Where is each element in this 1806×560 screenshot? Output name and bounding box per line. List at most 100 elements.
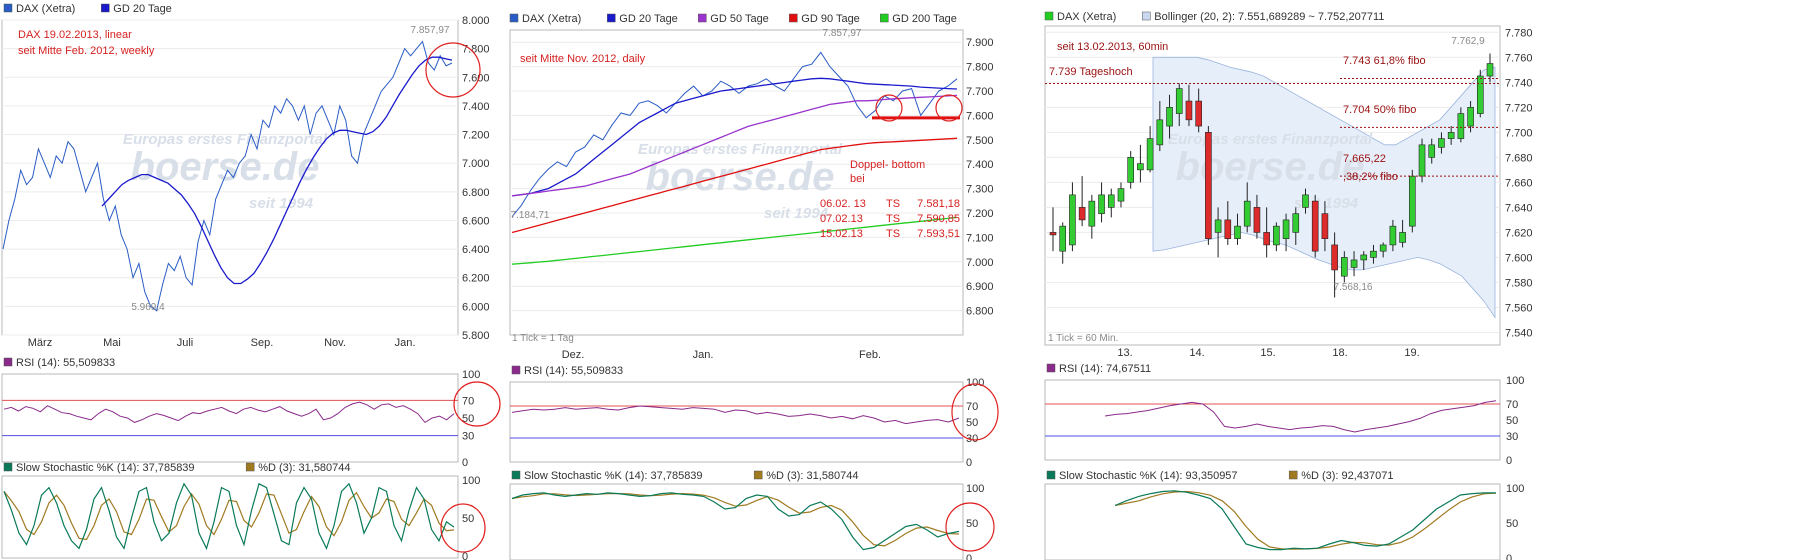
y-tick-label: 7.620 [1505,227,1533,239]
legend-label: Bollinger (20, 2): 7.551,689289 ~ 7.752,… [1154,11,1384,23]
x-tick-label: Dez. [562,349,585,361]
candle-body [1399,232,1406,243]
x-tick-label: 14. [1189,347,1204,359]
plot-frame [1,373,459,463]
legend-swatch [245,462,255,472]
y-tick-label: 6.900 [966,281,994,293]
y-tick-label: 7.900 [966,37,994,49]
candle-body [1428,144,1436,158]
legend-label: DAX (Xetra) [1057,11,1116,23]
candle-body [1350,259,1358,268]
legend-swatch [698,13,707,23]
y-tick-label: 7.800 [966,62,994,74]
y-tick-label: 50 [462,513,474,525]
y-tick-label: 6.200 [462,273,490,285]
candle-body [1457,113,1465,139]
legend-swatch [509,13,519,23]
legend-label: GD 20 Tage [113,3,172,15]
candle-body [1409,175,1416,227]
ts-date: 07.02.13 [820,213,863,225]
candle-body [1467,107,1474,127]
x-tick-label: 18. [1332,347,1347,359]
legend-swatch [1142,11,1151,21]
legend-swatch [3,3,13,13]
rsi-line [3,401,455,424]
low-annotation: 5.969,4 [131,302,165,313]
ts-value: 7.590,85 [917,213,960,225]
y-tick-label: 7.700 [1505,127,1533,139]
plot-frame [509,381,964,463]
y-tick-label: 7.800 [462,44,490,56]
stoch-d-line [511,492,960,547]
ts-tag: TS [886,213,900,225]
legend-label: %D (3): 92,437071 [1301,470,1393,482]
doppel-bottom-label: bei [850,173,865,185]
candle-body [1088,200,1096,227]
ts-tag: TS [886,198,900,210]
y-tick-label: 50 [966,518,978,530]
y-tick-label: 7.400 [462,101,490,113]
y-tick-label: 7.740 [1505,77,1533,89]
stoch-k-line [3,482,455,551]
ts-date: 15.02.13 [820,228,863,240]
legend-label: DAX (Xetra) [522,13,581,25]
candle-body [1117,188,1125,202]
rsi-line [1104,400,1497,433]
candle-body [1292,213,1300,233]
legend-label: GD 200 Tage [892,13,957,25]
legend-swatch [3,357,13,367]
footnote: 1 Tick = 60 Min. [1048,333,1118,344]
candle-body [1486,63,1494,77]
stoch-k-line [511,492,960,551]
y-tick-label: 70 [966,401,978,413]
doppel-bottom-label: Doppel- bottom [850,159,925,171]
y-tick-label: 5.800 [462,330,490,342]
x-tick-label: 13. [1117,347,1132,359]
fibo-label: ,38,2% fibo [1343,171,1398,183]
legend-swatch [880,13,889,23]
candle-body [1370,250,1377,258]
candle-body [1166,107,1173,127]
footnote: 1 Tick = 1 Tag [512,333,574,344]
candle-body [1263,232,1270,246]
legend-label: GD 90 Tage [801,13,860,25]
candle-body [1205,132,1212,239]
legend-swatch [607,13,616,23]
stoch-k-line [1114,490,1496,551]
y-tick-label: 7.100 [966,232,994,244]
candle-body [1389,225,1397,246]
legend-label: Slow Stochastic %K (14): 37,785839 [16,462,195,474]
y-tick-label: 70 [1506,399,1518,411]
y-tick-label: 0 [966,553,972,560]
chart-subtitle: seit Mitte Nov. 2012, daily [520,53,646,65]
legend-label: GD 20 Tage [619,13,678,25]
x-tick-label: Jan. [693,349,714,361]
candle-body [1243,200,1251,227]
candle-body [1146,138,1154,171]
y-tick-label: 50 [1506,415,1518,427]
plot-frame [1,475,459,559]
y-tick-label: 6.400 [462,244,490,256]
y-tick-label: 50 [462,413,474,425]
fibo-label: 7.743 61,8% fibo [1343,55,1426,67]
y-tick-label: 7.200 [462,130,490,142]
y-tick-label: 7.580 [1505,277,1533,289]
y-tick-label: 100 [1506,483,1524,495]
x-tick-label: Nov. [324,337,346,349]
x-tick-label: Mai [103,337,121,349]
watermark-text: seit 1994 [764,205,829,222]
y-tick-label: 7.780 [1505,27,1533,39]
high-annotation: 7.857,97 [411,25,450,36]
x-tick-label: Sep. [251,337,274,349]
ts-value: 7.581,18 [917,198,960,210]
rsi-line [511,405,960,425]
y-tick-label: 0 [1506,455,1512,467]
y-tick-label: 0 [462,457,468,469]
candle-body [1321,213,1329,239]
candle-body [1360,254,1368,261]
y-tick-label: 7.400 [966,159,994,171]
x-tick-label: Feb. [859,349,881,361]
candle-body [1195,100,1202,127]
legend-label: DAX (Xetra) [16,3,75,15]
y-tick-label: 100 [1506,375,1524,387]
